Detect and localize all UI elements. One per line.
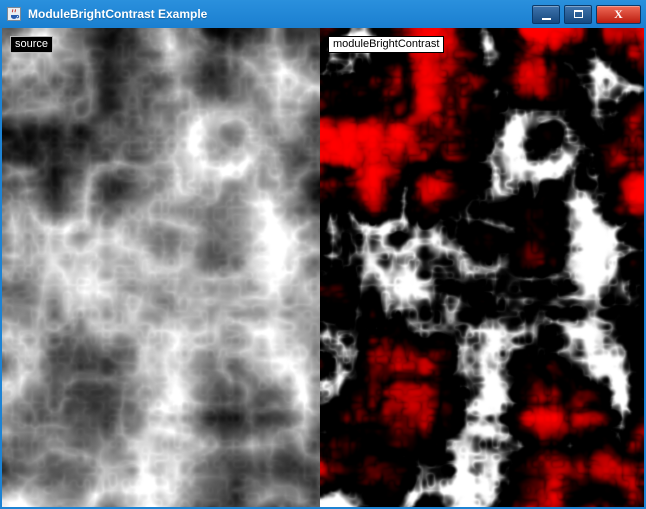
result-image <box>320 28 644 507</box>
minimize-button[interactable] <box>532 5 560 24</box>
maximize-button[interactable] <box>564 5 592 24</box>
source-panel: source <box>2 28 320 507</box>
image-viewport: source moduleBrightContrast <box>2 28 644 507</box>
close-icon: X <box>614 8 623 20</box>
window-controls: X <box>532 5 641 24</box>
source-image-label: source <box>10 36 53 53</box>
window-title: ModuleBrightContrast Example <box>28 7 532 21</box>
close-button[interactable]: X <box>596 5 641 24</box>
result-image-label: moduleBrightContrast <box>328 36 444 53</box>
app-window: ModuleBrightContrast Example X source mo… <box>0 0 646 509</box>
result-panel: moduleBrightContrast <box>320 28 644 507</box>
title-bar[interactable]: ModuleBrightContrast Example X <box>0 0 646 28</box>
maximize-icon <box>574 10 583 18</box>
source-image <box>2 28 320 507</box>
java-app-icon[interactable] <box>6 6 22 22</box>
minimize-icon <box>542 18 551 20</box>
